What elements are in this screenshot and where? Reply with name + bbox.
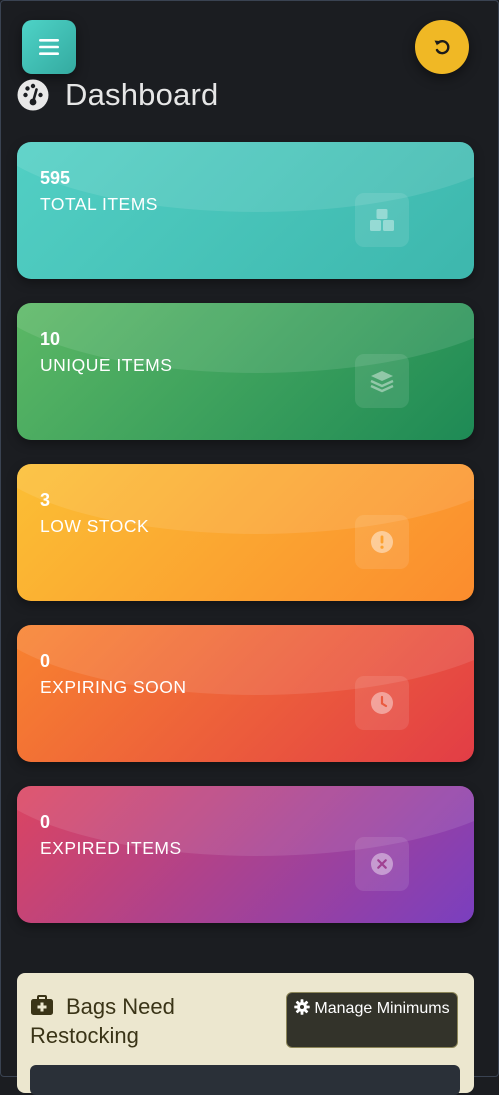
stat-icon-tile xyxy=(355,676,409,730)
page-title: Dashboard xyxy=(65,77,219,112)
stat-label: LOW STOCK xyxy=(40,516,150,536)
stat-icon-tile xyxy=(355,515,409,569)
stat-card-unique-items[interactable]: 10 UNIQUE ITEMS xyxy=(17,303,474,440)
restock-list-header xyxy=(30,1065,460,1095)
restock-heading: Bags Need Restocking xyxy=(30,993,260,1049)
stat-value: 595 xyxy=(40,168,71,188)
stat-label: TOTAL ITEMS xyxy=(40,194,158,214)
stat-value: 0 xyxy=(40,812,51,832)
hamburger-icon xyxy=(39,39,59,55)
stat-value: 0 xyxy=(40,651,51,671)
boxes-icon xyxy=(370,209,394,231)
bags-restock-panel: Bags Need Restocking Manage Minimums xyxy=(17,973,474,1095)
exclamation-circle-icon xyxy=(371,531,393,553)
stat-label: EXPIRED ITEMS xyxy=(40,838,182,858)
gear-icon xyxy=(294,999,311,1015)
stat-label: UNIQUE ITEMS xyxy=(40,355,173,375)
clock-icon xyxy=(371,692,393,714)
refresh-button[interactable] xyxy=(415,20,469,74)
undo-icon xyxy=(434,40,450,55)
stat-card-total-items[interactable]: 595 TOTAL ITEMS xyxy=(17,142,474,279)
stat-label: EXPIRING SOON xyxy=(40,677,187,697)
stat-card-low-stock[interactable]: 3 LOW STOCK xyxy=(17,464,474,601)
menu-button[interactable] xyxy=(22,20,76,74)
x-circle-icon xyxy=(371,853,393,875)
layers-icon xyxy=(370,371,394,393)
medkit-icon xyxy=(31,995,53,1015)
stat-icon-tile xyxy=(355,837,409,891)
stat-card-expiring-soon[interactable]: 0 EXPIRING SOON xyxy=(17,625,474,762)
stat-card-expired-items[interactable]: 0 EXPIRED ITEMS xyxy=(17,786,474,923)
stat-value: 10 xyxy=(40,329,61,349)
manage-minimums-button[interactable]: Manage Minimums xyxy=(286,992,458,1048)
speedometer-icon xyxy=(17,79,49,111)
manage-minimums-label: Manage Minimums xyxy=(314,1000,450,1017)
stat-value: 3 xyxy=(40,490,51,510)
stat-icon-tile xyxy=(355,193,409,247)
stat-icon-tile xyxy=(355,354,409,408)
page-title-row: Dashboard xyxy=(17,77,219,112)
